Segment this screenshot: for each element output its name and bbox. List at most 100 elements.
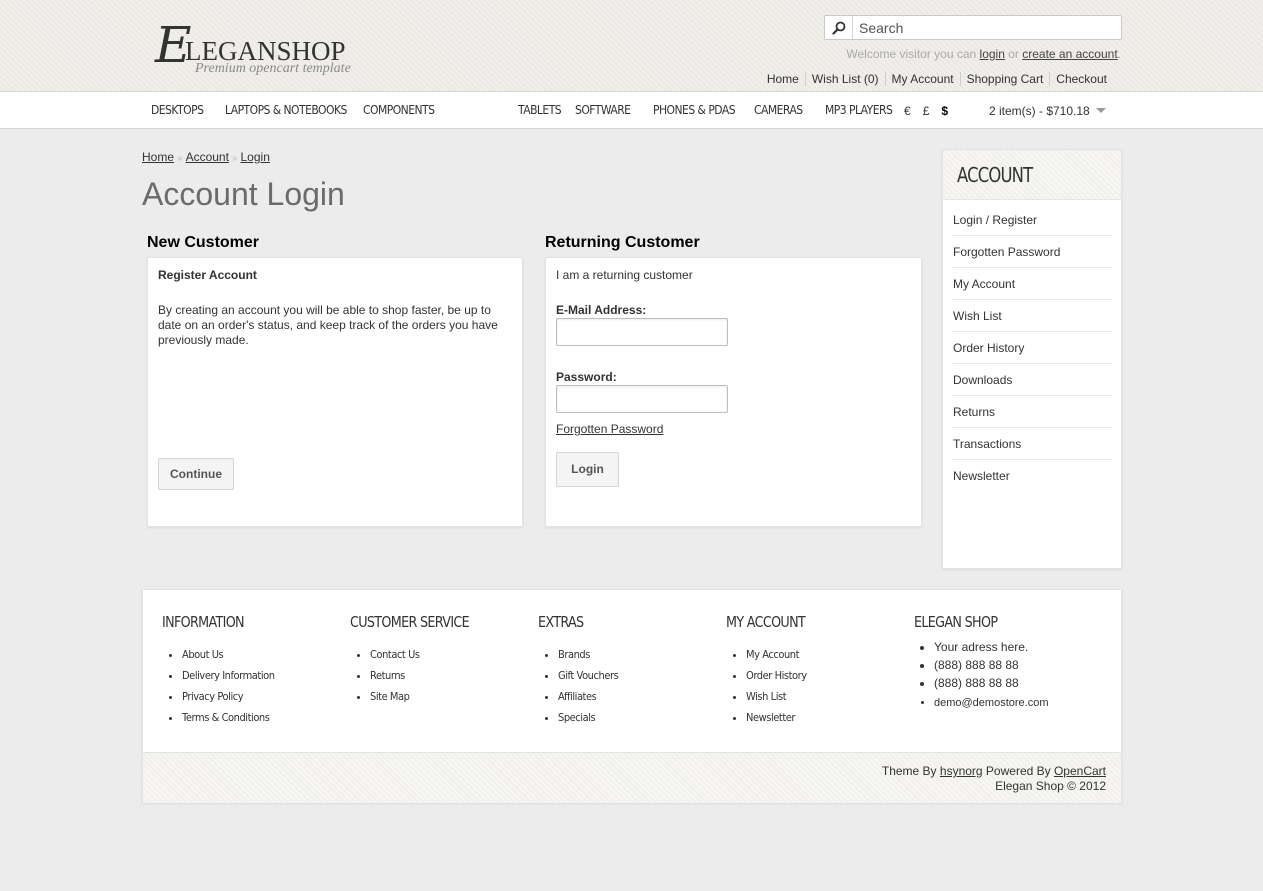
page-title: Account Login [142,176,345,212]
breadcrumb-separator: » [231,153,238,164]
footer-column-extras: EXTRAS Brands Gift Vouchers Affiliates S… [538,612,625,728]
create-account-link[interactable]: create an account [1022,47,1117,61]
welcome-prefix: Welcome visitor you can [846,47,980,61]
theme-by-label: Theme By [881,764,940,778]
currency-dollar[interactable]: $ [941,104,948,118]
returning-customer-heading: Returning Customer [545,234,700,251]
footer-column-customer-service: CUSTOMER SERVICE Contact Us Returns Site… [350,612,490,707]
menu-item-desktops[interactable]: DESKTOPS [151,103,216,117]
footer-link[interactable]: Contact Us [370,644,490,665]
footer-link[interactable]: Site Map [370,686,490,707]
search-icon [832,21,846,35]
footer-phone: (888) 888 88 88 [934,674,1049,692]
breadcrumb-account[interactable]: Account [186,150,229,164]
top-link-checkout[interactable]: Checkout [1049,72,1113,86]
footer-link[interactable]: Returns [370,665,490,686]
footer-link[interactable]: Brands [558,644,625,665]
sidebar-item-order-history[interactable]: Order History [952,332,1112,364]
currency-pound[interactable]: £ [923,104,930,118]
sidebar-item-forgotten-password[interactable]: Forgotten Password [952,236,1112,268]
currency-selector: € £ $ [904,104,960,118]
menu-item-laptops[interactable]: LAPTOPS & NOTEBOOKS [225,103,347,117]
login-link[interactable]: login [980,47,1005,61]
footer-link[interactable]: Newsletter [746,707,819,728]
footer-column-my-account: MY ACCOUNT My Account Order History Wish… [726,612,819,728]
footer-link[interactable]: About Us [182,644,285,665]
top-link-my-account[interactable]: My Account [884,72,960,86]
breadcrumb-home[interactable]: Home [142,150,174,164]
breadcrumb-separator: » [177,153,183,164]
opencart-link[interactable]: OpenCart [1054,764,1106,778]
sidebar-item-transactions[interactable]: Transactions [952,428,1112,460]
password-field[interactable] [556,385,728,413]
email-field[interactable] [556,318,728,346]
menu-item-software[interactable]: SOFTWARE [575,103,643,117]
footer-link[interactable]: Order History [746,665,819,686]
logo-tagline: Premium opencart template [195,61,351,76]
sidebar-item-returns[interactable]: Returns [952,396,1112,428]
currency-euro[interactable]: € [904,104,911,118]
register-description: By creating an account you will be able … [158,303,498,347]
footer-address: Your adress here. [934,638,1049,656]
powered-by-label: Powered By [982,764,1054,778]
footer-column-information: INFORMATION About Us Delivery Informatio… [162,612,285,728]
account-sidebar: ACCOUNT Login / Register Forgotten Passw… [942,149,1122,569]
register-account-heading: Register Account [158,268,257,282]
menu-item-tablets[interactable]: TABLETS [518,103,568,117]
cart-summary[interactable]: 2 item(s) - $710.18 [989,104,1106,118]
category-menu: DESKTOPS LAPTOPS & NOTEBOOKS COMPONENTS TAB… [0,91,1263,129]
menu-item-cameras[interactable]: CAMERAS [754,103,816,117]
footer-link[interactable]: Delivery Information [182,665,285,686]
sidebar-title: ACCOUNT [957,163,1033,187]
sidebar-item-downloads[interactable]: Downloads [952,364,1112,396]
search-input[interactable] [854,16,1120,39]
powered-text: Theme By hsynorg Powered By OpenCart Ele… [882,764,1106,794]
continue-button[interactable]: Continue [158,458,234,490]
top-link-wishlist[interactable]: Wish List (0) [804,72,885,86]
returning-intro: I am a returning customer [556,268,693,282]
welcome-message: Welcome visitor you can login or create … [846,47,1121,61]
sidebar-item-my-account[interactable]: My Account [952,268,1112,300]
password-label: Password: [556,370,617,384]
menu-item-mp3-players[interactable]: MP3 PLAYERS [825,103,906,117]
footer-column-title: EXTRAS [538,613,584,631]
search-box [824,15,1122,40]
footer-column-contact: ELEGAN SHOP Your adress here. (888) 888 … [914,612,1049,714]
forgotten-password-link[interactable]: Forgotten Password [556,422,663,436]
returning-customer-box: I am a returning customer E-Mail Address… [545,257,922,527]
top-link-home[interactable]: Home [761,72,805,86]
welcome-or: or [1004,47,1023,61]
footer-email[interactable]: demo@demostore.com [934,692,1049,714]
footer-link[interactable]: Wish List [746,686,819,707]
cart-total: 2 item(s) - $710.18 [989,104,1090,118]
breadcrumb: Home» Account» Login [142,150,270,164]
new-customer-heading: New Customer [147,234,260,251]
sidebar-item-wish-list[interactable]: Wish List [952,300,1112,332]
footer-link[interactable]: My Account [746,644,819,665]
sidebar-item-login-register[interactable]: Login / Register [952,204,1112,236]
sidebar-item-newsletter[interactable]: Newsletter [952,460,1112,492]
menu-item-components[interactable]: COMPONENTS [363,103,501,117]
theme-author-link[interactable]: hsynorg [940,764,983,778]
sidebar-list: Login / Register Forgotten Password My A… [952,204,1112,492]
new-customer-box: Register Account By creating an account … [147,257,523,527]
footer-column-title: ELEGAN SHOP [914,613,998,631]
login-button[interactable]: Login [556,452,619,487]
email-label: E-Mail Address: [556,303,647,317]
footer: INFORMATION About Us Delivery Informatio… [142,589,1122,803]
footer-link[interactable]: Affiliates [558,686,625,707]
footer-link[interactable]: Gift Vouchers [558,665,625,686]
menu-item-phones[interactable]: PHONES & PDAS [653,103,742,117]
search-button[interactable] [825,16,853,39]
footer-link[interactable]: Specials [558,707,625,728]
chevron-down-icon [1095,108,1106,113]
powered-bar: Theme By hsynorg Powered By OpenCart Ele… [143,752,1121,803]
top-link-shopping-cart[interactable]: Shopping Cart [959,72,1050,86]
footer-link[interactable]: Privacy Policy [182,686,285,707]
breadcrumb-login[interactable]: Login [241,150,270,164]
category-list: DESKTOPS LAPTOPS & NOTEBOOKS COMPONENTS TAB… [151,103,917,117]
footer-link[interactable]: Terms & Conditions [182,707,285,728]
footer-phone: (888) 888 88 88 [934,656,1049,674]
logo[interactable]: E LEGANSHOP Premium opencart template [155,20,355,80]
header: E LEGANSHOP Premium opencart template We… [0,0,1263,91]
